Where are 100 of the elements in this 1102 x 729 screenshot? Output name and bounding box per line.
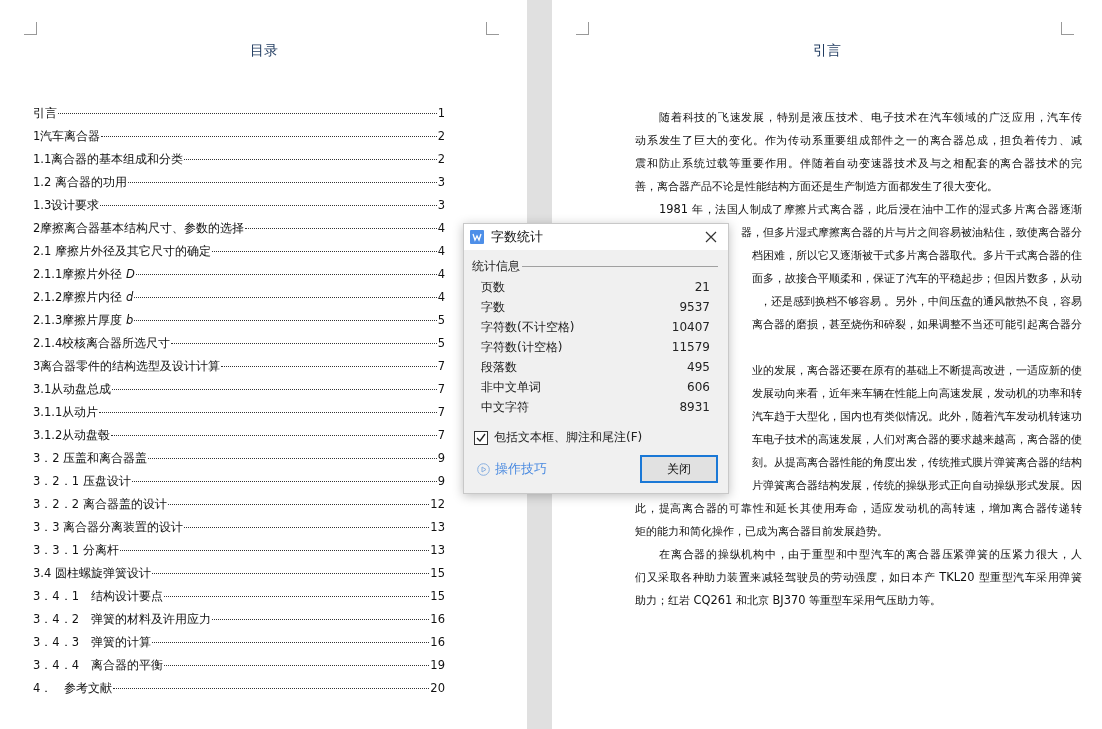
page-number: 4: [437, 244, 445, 258]
checkbox-label: 包括文本框、脚注和尾注(F): [494, 429, 643, 446]
page-number: 19: [430, 658, 445, 672]
stat-value: 495: [687, 360, 710, 374]
toc-entry[interactable]: 3．3 离合器分离装置的设计: [33, 520, 184, 535]
section-label: 统计信息: [472, 258, 520, 275]
page-number: 7: [437, 382, 445, 396]
checkbox[interactable]: [474, 430, 488, 445]
page-number: 7: [437, 359, 445, 373]
stat-label: 非中文单词: [481, 378, 541, 396]
text-line: 刻。从提高离合器性能的角度出发，传统推式膜片弹簧离合器的结构: [752, 455, 1082, 471]
page-number: 13: [430, 543, 445, 557]
text-line: 助力；红岩 CQ261 和北京 BJ370 等重型车采用气压助力等。: [635, 592, 943, 609]
toc-entry[interactable]: 3．2．2 离合器盖的设计: [33, 497, 167, 512]
text-line: 矩的能力和简化操作，已成为离合器目前发展趋势。: [635, 523, 889, 540]
crop-mark: [486, 22, 499, 35]
text-line: 动系发生了巨大的变化。作为传动系重要组成部件之一的离合器总成，担负着传力、减: [635, 132, 1082, 149]
toc-entry[interactable]: 2.1.4校核离合器所选尺寸: [33, 336, 171, 351]
text-line: 业的发展，离合器还要在原有的基础上不断提高改进，一适应新的使: [752, 363, 1082, 379]
stat-value: 9537: [679, 300, 710, 314]
crop-mark: [24, 22, 37, 35]
stat-value: 8931: [679, 400, 710, 414]
page-number: 5: [437, 313, 445, 327]
stat-label: 页数: [481, 278, 505, 296]
text-line: 离合器的磨损，甚至烧伤和碎裂，如果调整不当还可能引起离合器分: [752, 317, 1082, 333]
dialog-title: 字数统计: [491, 228, 544, 246]
text-line: 随着科技的飞速发展，特别是液压技术、电子技术在汽车领域的广泛应用，汽车传: [659, 109, 1082, 126]
page-heading: 引言: [813, 41, 841, 60]
text-line: 汽车趋于大型化，国内也有类似情况。此外，随着汽车发动机转速功: [752, 409, 1082, 425]
stat-value: 21: [694, 280, 710, 294]
text-line: 发展动向来看，近年来车辆在性能上向高速发展，发动机的功率和转: [752, 386, 1082, 402]
toc-entry[interactable]: 2.1 摩擦片外径及其它尺寸的确定: [33, 244, 211, 259]
toc-entry[interactable]: 3．4．1 结构设计要点: [33, 589, 163, 604]
crop-mark: [1061, 22, 1074, 35]
page-number: 4: [437, 290, 445, 304]
text-line: 此，提高离合器的可靠性和延长其使用寿命，适应发动机的高转速，增加离合器传递转: [635, 500, 1082, 517]
page-number: 4: [437, 221, 445, 235]
toc-entry[interactable]: 3．4．3 弹簧的计算: [33, 635, 151, 650]
stat-value: 606: [687, 380, 710, 394]
page-number: 13: [430, 520, 445, 534]
stat-value: 10407: [671, 320, 710, 334]
page-number: 15: [430, 589, 445, 603]
app-logo-icon: [470, 230, 484, 244]
toc-entry[interactable]: 1.2 离合器的功用: [33, 175, 127, 190]
toc-entry[interactable]: 3．3．1 分离杆: [33, 543, 119, 558]
text-line: 片弹簧离合器结构发展，传统的操纵形式正向自动操纵形式发展。因: [752, 478, 1082, 494]
page-number: 3: [437, 175, 445, 189]
toc-entry[interactable]: 2.1.2摩擦片内径 d: [33, 290, 134, 305]
text-line: 器，但多片湿式摩擦离合器的片与片之间容易被油粘住，致使离合器分: [741, 225, 1082, 241]
toc-entry[interactable]: 2摩擦离合器基本结构尺寸、参数的选择: [33, 221, 245, 236]
text-line: 档困难，所以它又逐渐被干式多片离合器取代。多片干式离合器的住: [752, 248, 1082, 264]
toc-entry[interactable]: 3．2 压盖和离合器盖: [33, 451, 148, 466]
page-number: 5: [437, 336, 445, 350]
play-icon: [477, 462, 490, 476]
text-line: 善，离合器产品不论是性能结构方面还是生产制造方面都发生了很大变化。: [635, 178, 999, 195]
text-line: 车电子技术的高速发展，人们对离合器的要求越来越高，离合器的使: [752, 432, 1082, 448]
toc-entry[interactable]: 2.1.1摩擦片外径 D: [33, 267, 135, 282]
close-button[interactable]: 关闭: [640, 455, 718, 483]
toc-entry[interactable]: 1汽车离合器: [33, 129, 101, 144]
page-number: 12: [430, 497, 445, 511]
page-number: 1: [437, 106, 445, 120]
toc-entry[interactable]: 3.4 圆柱螺旋弹簧设计: [33, 566, 151, 581]
stat-label: 字符数(不计空格): [481, 318, 575, 336]
page-number: 9: [437, 474, 445, 488]
toc-entry[interactable]: 3．4．4 离合器的平衡: [33, 658, 163, 673]
page-number: 7: [437, 428, 445, 442]
toc-entry[interactable]: 3.1从动盘总成: [33, 382, 112, 397]
stat-value: 11579: [671, 340, 710, 354]
stat-label: 段落数: [481, 358, 517, 376]
text-line: 们又采取各种助力装置来减轻驾驶员的劳动强度，如日本产 TKL20 型重型汽车采用弹簧: [635, 569, 1082, 586]
toc-entry[interactable]: 引言: [33, 106, 57, 121]
page-number: 20: [430, 681, 445, 695]
page-number: 16: [430, 635, 445, 649]
toc-entry[interactable]: 3．2．1 压盘设计: [33, 474, 131, 489]
toc-entry[interactable]: 1.1离合器的基本组成和分类: [33, 152, 184, 167]
text-line: ，还是感到换档不够容易 。另外，中间压盘的通风散热不良，容易: [759, 294, 1082, 310]
toc-entry[interactable]: 3．4．2 弹簧的材料及许用应力: [33, 612, 211, 627]
page-number: 7: [437, 405, 445, 419]
page-number: 2: [437, 129, 445, 143]
stat-label: 字数: [481, 298, 505, 316]
toc-entry[interactable]: 3离合器零件的结构选型及设计计算: [33, 359, 221, 374]
page-number: 3: [437, 198, 445, 212]
page-number: 9: [437, 451, 445, 465]
text-line: 1981 年，法国人制成了摩擦片式离合器，此后浸在油中工作的湿式多片离合器逐渐: [659, 201, 1082, 218]
text-line: 面多，故接合平顺柔和，保证了汽车的平稳起步；但因片数多，从动: [752, 271, 1082, 287]
text-line: 在离合器的操纵机构中，由于重型和中型汽车的离合器压紧弹簧的压紧力很大，人: [659, 546, 1082, 563]
toc-entry[interactable]: 4． 参考文献: [33, 681, 113, 696]
stat-label: 中文字符: [481, 398, 529, 416]
page-number: 2: [437, 152, 445, 166]
crop-mark: [576, 22, 589, 35]
text-line: 震和防止系统过载等重要作用。伴随着自动变速器技术及与之相配套的离合器技术的完: [635, 155, 1082, 172]
toc-entry[interactable]: 3.1.2从动盘毂: [33, 428, 111, 443]
toc-entry[interactable]: 1.3设计要求: [33, 198, 100, 213]
toc-entry[interactable]: 2.1.3摩擦片厚度 b: [33, 313, 134, 328]
toc-entry[interactable]: 3.1.1从动片: [33, 405, 99, 420]
page-number: 4: [437, 267, 445, 281]
page-number: 15: [430, 566, 445, 580]
page-heading: 目录: [249, 41, 278, 60]
stat-label: 字符数(计空格): [481, 338, 563, 356]
page-number: 16: [430, 612, 445, 626]
